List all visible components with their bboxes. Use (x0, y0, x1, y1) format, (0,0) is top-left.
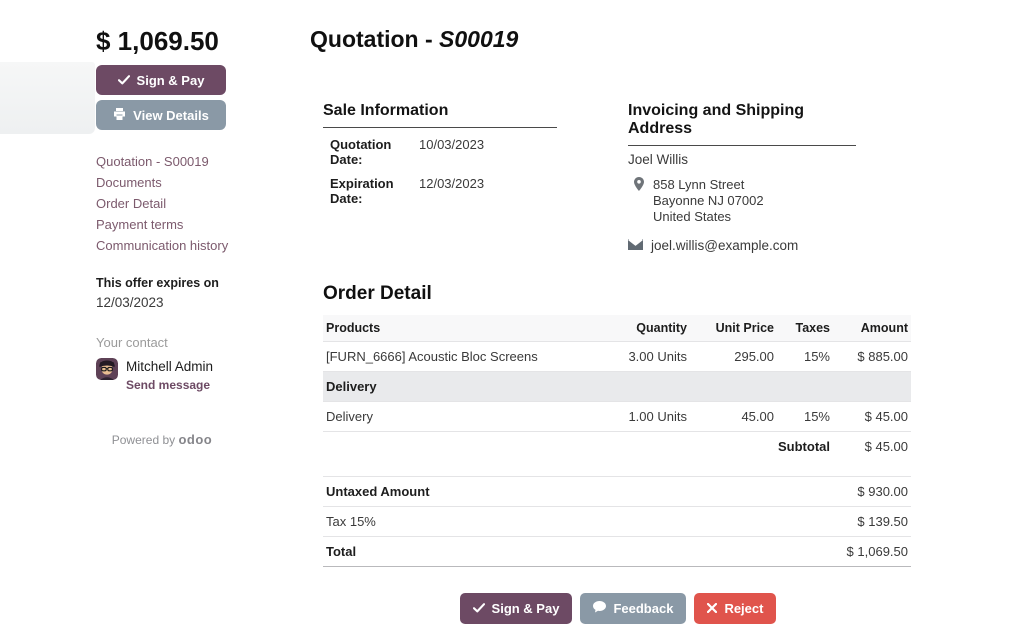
offer-expires-label: This offer expires on (96, 276, 228, 290)
sign-pay-label: Sign & Pay (137, 73, 205, 88)
powered-by: Powered by odoo (96, 432, 228, 447)
odoo-logo[interactable]: odoo (178, 432, 212, 447)
quotation-sidebar: $ 1,069.50 Sign & Pay View Details Quota… (96, 26, 228, 447)
powered-by-label: Powered by (112, 433, 175, 447)
tax-label: Tax 15% (323, 507, 687, 537)
page-title: Quotation - S00019 (310, 26, 926, 53)
expiration-date-value: 12/03/2023 (419, 176, 484, 206)
footer-actions: Sign & Pay Feedback Reject (310, 593, 926, 624)
delivery-line-row: Delivery 1.00 Units 45.00 15% $ 45.00 (323, 402, 911, 432)
subtotal-row: Subtotal $ 45.00 (323, 432, 911, 462)
sidebar-link-quotation[interactable]: Quotation - S00019 (96, 154, 228, 169)
delivery-amount: $ 45.00 (833, 402, 911, 432)
check-icon (473, 601, 485, 616)
order-table-header-row: Products Quantity Unit Price Taxes Amoun… (323, 315, 911, 342)
line-quantity: 3.00 Units (603, 342, 690, 372)
tax-value: $ 139.50 (687, 507, 911, 537)
order-lines-table: Products Quantity Unit Price Taxes Amoun… (323, 315, 911, 461)
quotation-date-row: Quotation Date: 10/03/2023 (323, 137, 557, 167)
customer-name: Joel Willis (628, 152, 856, 167)
subtotal-value: $ 45.00 (833, 432, 911, 462)
reject-button[interactable]: Reject (694, 593, 776, 624)
send-message-link[interactable]: Send message (126, 378, 210, 392)
total-row: Total $ 1,069.50 (323, 537, 911, 567)
quotation-date-value: 10/03/2023 (419, 137, 484, 167)
total-label: Total (323, 537, 687, 567)
printer-icon (113, 108, 126, 123)
invoicing-shipping-section: Invoicing and Shipping Address Joel Will… (628, 102, 856, 253)
column-quantity: Quantity (603, 315, 690, 342)
location-pin-icon (634, 177, 644, 225)
view-details-label: View Details (133, 108, 209, 123)
order-totals-table: Untaxed Amount $ 930.00 Tax 15% $ 139.50… (323, 476, 911, 567)
x-icon (707, 601, 717, 616)
delivery-product: Delivery (323, 402, 603, 432)
customer-email: joel.willis@example.com (651, 238, 798, 253)
untaxed-amount-row: Untaxed Amount $ 930.00 (323, 477, 911, 507)
sale-information-section: Sale Information Quotation Date: 10/03/2… (323, 102, 557, 253)
page-title-prefix: Quotation - (310, 26, 439, 52)
customer-address: 858 Lynn Street Bayonne NJ 07002 United … (628, 177, 856, 225)
background-wedge (0, 62, 95, 134)
view-details-button[interactable]: View Details (96, 100, 226, 130)
sale-information-heading: Sale Information (323, 102, 557, 128)
order-line-row: [FURN_6666] Acoustic Bloc Screens 3.00 U… (323, 342, 911, 372)
delivery-quantity: 1.00 Units (603, 402, 690, 432)
reject-label: Reject (724, 601, 763, 616)
address-line-2: Bayonne NJ 07002 (653, 193, 764, 208)
order-detail-heading: Order Detail (323, 283, 926, 305)
offer-expires-date: 12/03/2023 (96, 295, 228, 310)
customer-email-row: joel.willis@example.com (628, 238, 856, 253)
check-icon (118, 73, 130, 88)
address-lines: 858 Lynn Street Bayonne NJ 07002 United … (653, 177, 764, 225)
quotation-date-label: Quotation Date: (330, 137, 419, 167)
contact-name: Mitchell Admin (126, 359, 213, 374)
column-amount: Amount (833, 315, 911, 342)
feedback-button[interactable]: Feedback (580, 593, 686, 624)
footer-sign-pay-button[interactable]: Sign & Pay (460, 593, 573, 624)
contact-info: Mitchell Admin Send message (126, 358, 213, 394)
line-product: [FURN_6666] Acoustic Bloc Screens (323, 342, 603, 372)
delivery-unit-price: 45.00 (690, 402, 777, 432)
delivery-section-label: Delivery (323, 372, 911, 402)
delivery-section-row: Delivery (323, 372, 911, 402)
sidebar-link-payment-terms[interactable]: Payment terms (96, 217, 228, 232)
contact-avatar (96, 358, 118, 380)
footer-sign-pay-label: Sign & Pay (492, 601, 560, 616)
address-line-3: United States (653, 209, 731, 224)
invoicing-shipping-heading: Invoicing and Shipping Address (628, 102, 856, 146)
sidebar-link-order-detail[interactable]: Order Detail (96, 196, 228, 211)
address-line-1: 858 Lynn Street (653, 177, 744, 192)
sidebar-link-communication-history[interactable]: Communication history (96, 238, 228, 253)
untaxed-amount-label: Untaxed Amount (323, 477, 687, 507)
envelope-icon (628, 238, 643, 253)
tax-row: Tax 15% $ 139.50 (323, 507, 911, 537)
line-amount: $ 885.00 (833, 342, 911, 372)
total-value: $ 1,069.50 (687, 537, 911, 567)
feedback-label: Feedback (613, 601, 673, 616)
expiration-date-row: Expiration Date: 12/03/2023 (323, 176, 557, 206)
sign-pay-button[interactable]: Sign & Pay (96, 65, 226, 95)
sidebar-link-documents[interactable]: Documents (96, 175, 228, 190)
line-taxes: 15% (777, 342, 833, 372)
your-contact-label: Your contact (96, 335, 228, 350)
line-unit-price: 295.00 (690, 342, 777, 372)
info-row: Sale Information Quotation Date: 10/03/2… (310, 102, 926, 253)
expiration-date-label: Expiration Date: (330, 176, 419, 206)
untaxed-amount-value: $ 930.00 (687, 477, 911, 507)
column-taxes: Taxes (777, 315, 833, 342)
speech-bubble-icon (593, 601, 606, 616)
quotation-reference: S00019 (439, 26, 518, 52)
contact-card: Mitchell Admin Send message (96, 358, 228, 394)
quotation-document: Quotation - S00019 Sale Information Quot… (310, 26, 926, 567)
order-detail-section: Order Detail Products Quantity Unit Pric… (310, 283, 926, 567)
column-products: Products (323, 315, 603, 342)
subtotal-label: Subtotal (323, 432, 833, 462)
column-unit-price: Unit Price (690, 315, 777, 342)
sidebar-nav: Quotation - S00019 Documents Order Detai… (96, 154, 228, 253)
delivery-taxes: 15% (777, 402, 833, 432)
amount-due: $ 1,069.50 (96, 26, 228, 57)
